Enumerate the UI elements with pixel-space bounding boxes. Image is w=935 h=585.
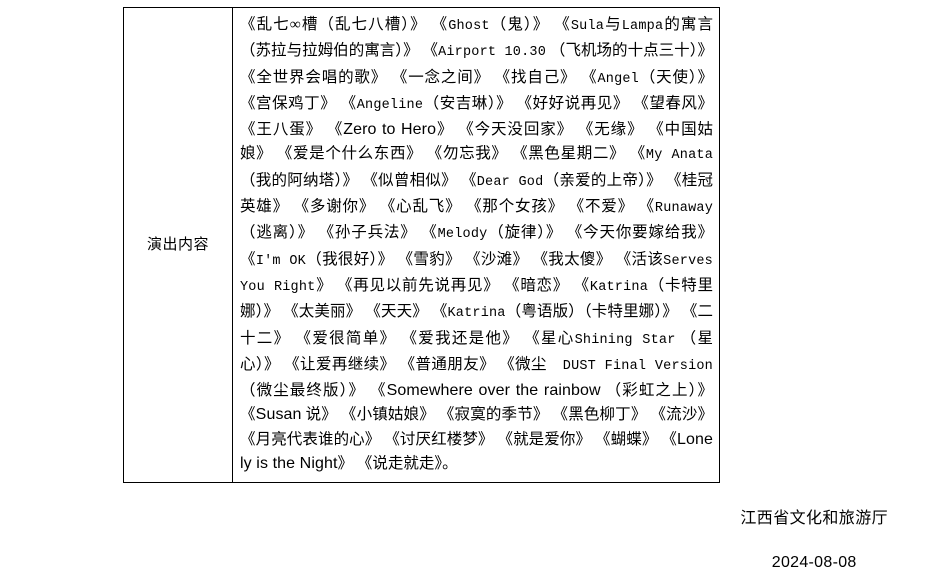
- latin-run-serif: Sula: [570, 19, 605, 34]
- latin-run-serif: Katrina: [447, 306, 506, 322]
- signature-date: 2024-08-08: [771, 554, 857, 571]
- latin-run-serif: Ghost: [448, 19, 490, 34]
- cjk-run: 《乱七∞槽（乱七八槽）》 《: [240, 16, 449, 33]
- latin-run-serif: DUST Final Version: [562, 358, 713, 374]
- cjk-run: （我的阿纳塔）》 《似曾相似》 《: [240, 171, 477, 189]
- cjk-run: （我很好）》 《雪豹》 《沙滩》 《我太傻》 《活该: [305, 250, 664, 268]
- latin-run-serif: My Anata: [645, 148, 713, 164]
- latin-run-serif: Airport 10.30: [438, 45, 547, 61]
- row-label-performance-content: 演出内容: [146, 236, 209, 254]
- cjk-run: （微尘最终版）》 《: [240, 382, 387, 400]
- performance-content-table: 演出内容 《乱七∞槽（乱七八槽）》 《Ghost（鬼）》 《Sula与Lampa…: [123, 6, 720, 484]
- cjk-run: 与: [604, 16, 622, 33]
- latin-run-serif: Katrina: [589, 279, 649, 295]
- table-row: 演出内容 《乱七∞槽（乱七八槽）》 《Ghost（鬼）》 《Sula与Lampa…: [123, 6, 720, 484]
- table-cell-label: 演出内容: [123, 6, 233, 484]
- latin-run-sans: Susan: [255, 406, 302, 424]
- latin-run-serif: Angeline: [356, 97, 424, 113]
- table-body: 演出内容 《乱七∞槽（乱七八槽）》 《Ghost（鬼）》 《Sula与Lampa…: [123, 6, 720, 484]
- latin-run-serif: Lampa: [621, 19, 664, 34]
- cjk-run: （鬼）》 《: [489, 16, 571, 33]
- latin-run-serif: I'm OK: [255, 253, 306, 269]
- latin-run-serif: Shining Star: [574, 332, 676, 348]
- latin-run-serif: Angel: [597, 71, 639, 87]
- latin-run-sans: Zero to Hero: [343, 121, 437, 139]
- table-cell-content: 《乱七∞槽（乱七八槽）》 《Ghost（鬼）》 《Sula与Lampa的寓言（苏…: [232, 6, 720, 484]
- cjk-run: 》 《说走就走》。: [337, 455, 458, 473]
- signature-block: 江西省文化和旅游厅 2024-08-08: [740, 508, 888, 574]
- latin-run-sans: Somewhere over the rainbow: [386, 382, 601, 400]
- performance-content-text: 《乱七∞槽（乱七八槽）》 《Ghost（鬼）》 《Sula与Lampa的寓言（苏…: [233, 8, 719, 482]
- cjk-run: 》 《再见以前先说再见》 《暗恋》 《: [315, 276, 590, 294]
- cjk-run: 说》 《小镇姑娘》 《寂寞的季节》 《黑色柳丁》 《流沙》 《月亮代表谁的心》 …: [240, 406, 713, 448]
- latin-run-serif: Dear God: [476, 174, 544, 190]
- signature-organization: 江西省文化和旅游厅: [740, 510, 888, 527]
- latin-run-serif: Runaway: [654, 201, 713, 217]
- latin-run-serif: Melody: [437, 227, 488, 243]
- cjk-run: （逃离）》 《孙子兵法》 《: [240, 224, 438, 242]
